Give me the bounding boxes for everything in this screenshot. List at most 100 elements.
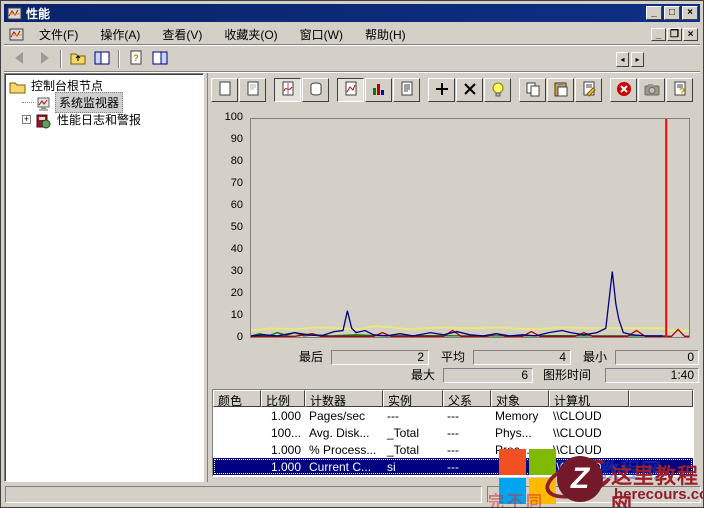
menu-favorites[interactable]: 收藏夹(O) bbox=[213, 25, 288, 45]
menu-action[interactable]: 操作(A) bbox=[89, 25, 151, 45]
stat-value-graph-time: 1:40 bbox=[605, 368, 699, 383]
highlight-button[interactable] bbox=[484, 78, 511, 102]
title-bar[interactable]: 性能 _ □ × bbox=[4, 4, 700, 22]
menu-window[interactable]: 窗口(W) bbox=[289, 25, 354, 45]
svg-text:?: ? bbox=[133, 53, 139, 63]
counter-cell-computer: \\CLOUD bbox=[553, 442, 602, 457]
status-panel-right bbox=[487, 486, 701, 503]
maximize-button[interactable]: □ bbox=[664, 6, 680, 20]
y-axis-tick: 80 bbox=[230, 155, 243, 167]
counter-cell-computer: \\CLOUD bbox=[553, 459, 602, 474]
sysmon-help-button[interactable]: ? bbox=[666, 78, 693, 102]
performance-chart bbox=[250, 118, 690, 338]
column-header-4[interactable]: 父系 bbox=[443, 390, 491, 407]
expander-icon[interactable]: + bbox=[22, 115, 31, 124]
mdi-minimize-button[interactable]: _ bbox=[651, 27, 666, 41]
up-one-level-button[interactable] bbox=[66, 48, 90, 70]
forward-icon bbox=[35, 50, 53, 69]
back-icon bbox=[11, 50, 29, 69]
minimize-button[interactable]: _ bbox=[646, 6, 662, 20]
stat-label-average: 平均 bbox=[441, 350, 466, 364]
y-axis-tick: 10 bbox=[230, 309, 243, 321]
toolbar-separator bbox=[118, 50, 120, 68]
counter-table-header: 颜色 比例 计数器 实例 父系 对象 计算机 bbox=[213, 390, 693, 407]
update-data-button[interactable] bbox=[638, 78, 665, 102]
nav-toolbar: ? ◂ ▸ bbox=[4, 47, 700, 72]
menu-view[interactable]: 查看(V) bbox=[151, 25, 213, 45]
toolbar-scroll-left-button[interactable]: ◂ bbox=[616, 51, 629, 67]
column-header-1[interactable]: 比例 bbox=[261, 390, 305, 407]
sysmon-toolbar: ? bbox=[211, 77, 699, 103]
menu-file[interactable]: 文件(F) bbox=[28, 25, 89, 45]
tree-connector bbox=[22, 102, 34, 103]
delete-counter-button[interactable] bbox=[456, 78, 483, 102]
close-button[interactable]: × bbox=[682, 6, 698, 20]
camera-icon bbox=[643, 81, 661, 100]
add-counter-button[interactable] bbox=[428, 78, 455, 102]
column-header-2[interactable]: 计数器 bbox=[305, 390, 383, 407]
view-current-activity-button[interactable] bbox=[274, 78, 301, 102]
menu-bar: 文件(F) 操作(A) 查看(V) 收藏夹(O) 窗口(W) 帮助(H) _ ❐ × bbox=[4, 23, 700, 46]
column-header-0[interactable]: 颜色 bbox=[213, 390, 261, 407]
mdi-restore-button[interactable]: ❐ bbox=[667, 27, 682, 41]
show-tree-icon bbox=[93, 50, 111, 69]
counter-cell-object: Memory bbox=[495, 408, 539, 423]
view-report-button[interactable] bbox=[393, 78, 420, 102]
copy-properties-button[interactable] bbox=[519, 78, 546, 102]
clear-icon bbox=[244, 81, 262, 100]
y-axis-tick: 70 bbox=[230, 177, 243, 189]
counter-table: 颜色 比例 计数器 实例 父系 对象 计算机 1.000 Pages/sec --- --- Mem… bbox=[212, 389, 694, 477]
perflogs-icon bbox=[34, 113, 51, 128]
counter-cell-parent: --- bbox=[447, 425, 459, 440]
status-bar bbox=[4, 484, 702, 505]
status-panel-left bbox=[5, 486, 482, 503]
action-pane-icon bbox=[151, 50, 169, 69]
toolbar-separator bbox=[60, 50, 62, 68]
console-tree: 控制台根节点 系统监视器 + 性能日志和警报 bbox=[4, 73, 204, 482]
menu-help[interactable]: 帮助(H) bbox=[354, 25, 417, 45]
mdi-close-button[interactable]: × bbox=[683, 27, 698, 41]
highlight-icon bbox=[489, 81, 507, 100]
show-hide-tree-button[interactable] bbox=[90, 48, 114, 70]
column-header-6[interactable]: 计算机 bbox=[549, 390, 629, 407]
stat-value-minimum: 0 bbox=[615, 350, 699, 365]
help-button[interactable]: ? bbox=[124, 48, 148, 70]
counter-cell-instance: _Total bbox=[387, 425, 420, 440]
column-header-3[interactable]: 实例 bbox=[383, 390, 443, 407]
y-axis-tick: 90 bbox=[230, 133, 243, 145]
counter-cell-computer: \\CLOUD bbox=[553, 425, 602, 440]
tree-item-1[interactable]: 系统监视器 bbox=[8, 92, 203, 113]
clear-display-button[interactable] bbox=[239, 78, 266, 102]
column-header-5[interactable]: 对象 bbox=[491, 390, 549, 407]
tree-item-2[interactable]: + 性能日志和警报 bbox=[8, 111, 203, 128]
counter-row[interactable]: 1.000 Current C... si --- \\CLOUD bbox=[213, 458, 693, 475]
up-folder-icon bbox=[69, 50, 87, 69]
view-log-data-button[interactable] bbox=[302, 78, 329, 102]
back-button[interactable] bbox=[8, 48, 32, 70]
forward-button[interactable] bbox=[32, 48, 56, 70]
y-axis-tick: 50 bbox=[230, 221, 243, 233]
paste-icon bbox=[552, 81, 570, 100]
properties-icon bbox=[580, 81, 598, 100]
y-axis-tick: 60 bbox=[230, 199, 243, 211]
counter-row[interactable]: 1.000 Pages/sec --- --- Memory \\CLOUD bbox=[213, 407, 693, 424]
console-window-icon bbox=[8, 27, 24, 42]
counter-row[interactable]: 100... Avg. Disk... _Total --- Phys... \\CLOU… bbox=[213, 424, 693, 441]
toolbar-scroll-right-button[interactable]: ▸ bbox=[631, 51, 644, 67]
svg-text:?: ? bbox=[678, 87, 684, 97]
view-histogram-button[interactable] bbox=[365, 78, 392, 102]
view-graph-button[interactable] bbox=[337, 78, 364, 102]
show-action-pane-button[interactable] bbox=[148, 48, 172, 70]
freeze-display-button[interactable] bbox=[610, 78, 637, 102]
properties-button[interactable] bbox=[575, 78, 602, 102]
column-header-filler bbox=[629, 390, 693, 407]
performance-monitor-window: 性能 _ □ × 文件(F) 操作(A) 查看(V) 收藏夹(O) 窗口(W) 帮助(H)… bbox=[0, 0, 704, 508]
counter-cell-instance: si bbox=[387, 459, 396, 474]
histogram-icon bbox=[370, 81, 388, 100]
new-counter-set-button[interactable] bbox=[211, 78, 238, 102]
stat-label-last: 最后 bbox=[299, 350, 324, 364]
activity-icon bbox=[279, 81, 297, 100]
counter-cell-scale: 1.000 bbox=[270, 459, 301, 474]
paste-counter-list-button[interactable] bbox=[547, 78, 574, 102]
counter-row[interactable]: 1.000 % Process... _Total --- Proc... \\CLOUD bbox=[213, 441, 693, 458]
